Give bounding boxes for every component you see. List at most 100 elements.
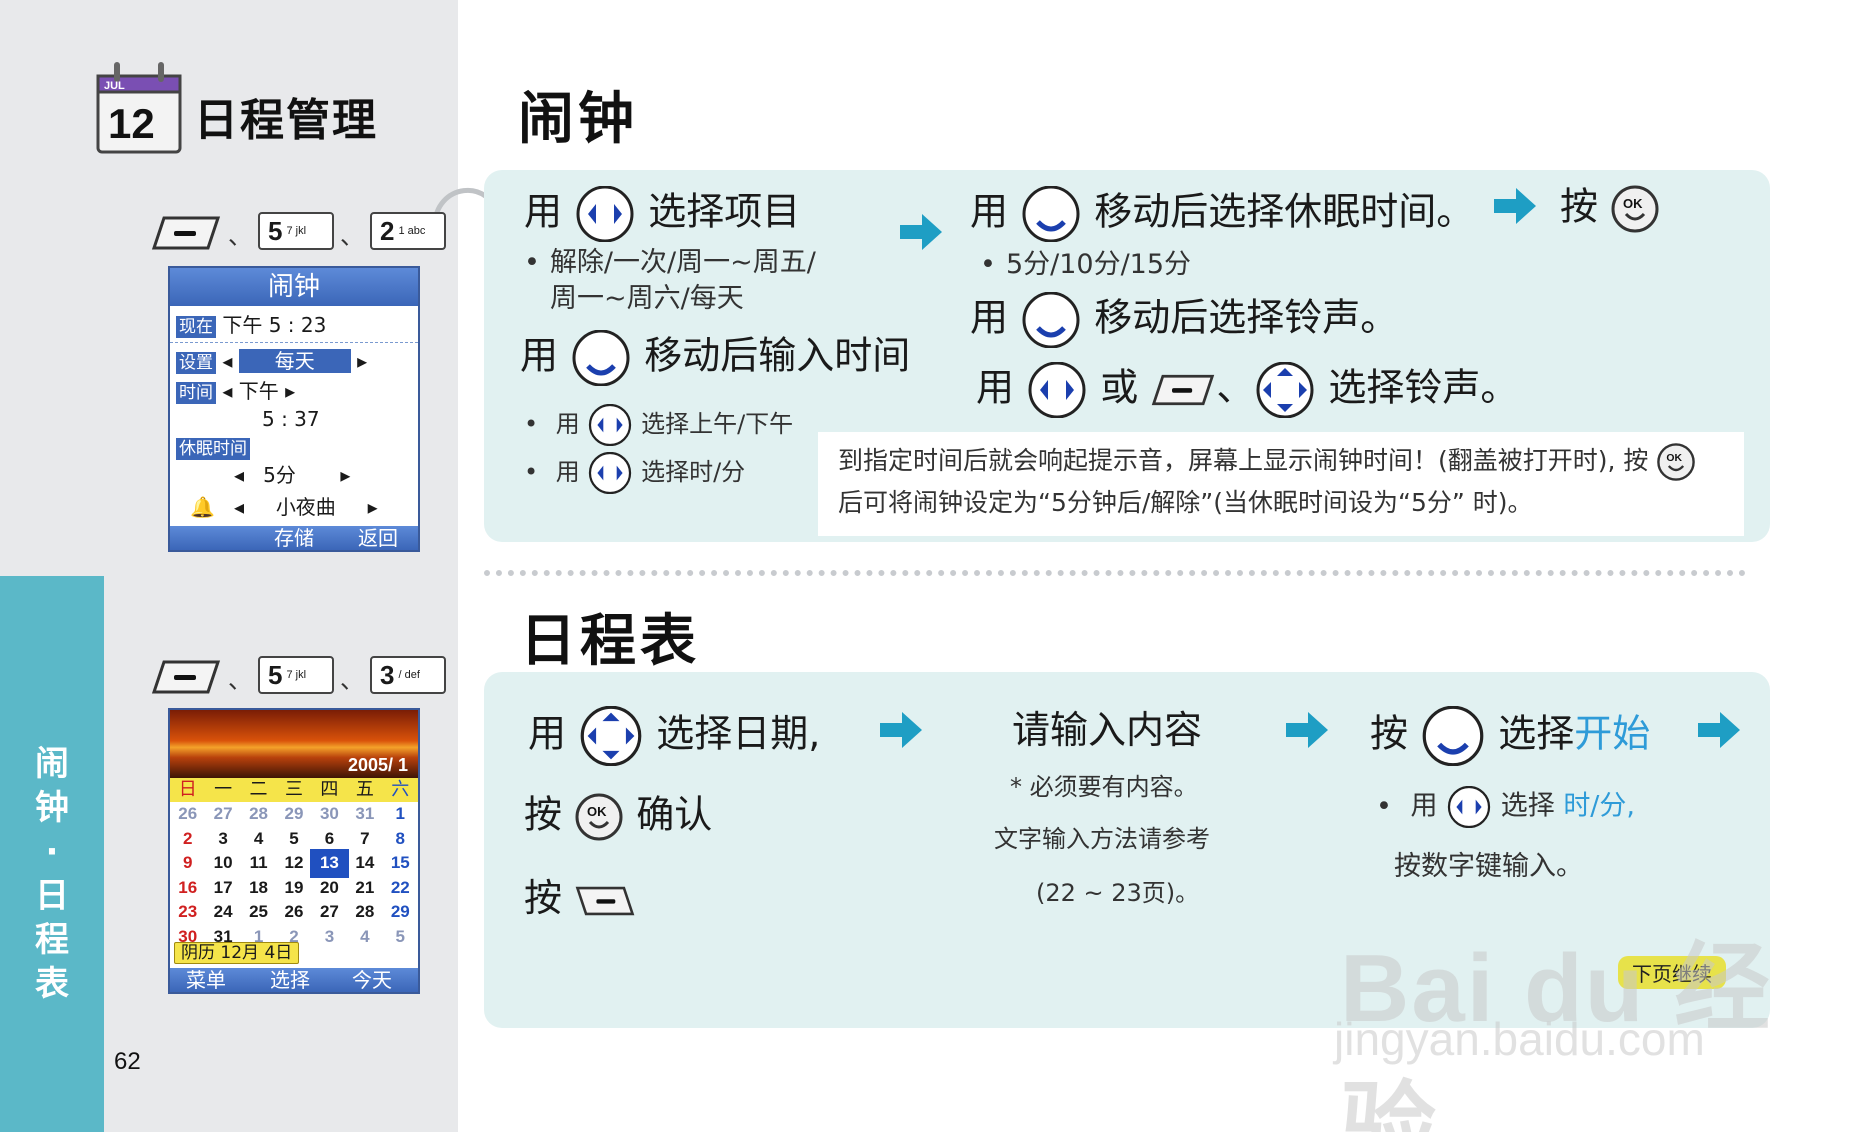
svg-text:OK: OK [587,804,607,819]
setting-value: 每天 [238,349,351,373]
calendar-day-cell[interactable]: 12 [276,851,311,876]
calendar-day-cell[interactable]: 11 [241,851,276,876]
svg-text:OK: OK [1623,196,1643,211]
alarm-step2-bullet-hourmin: 用 选择时/分 [524,452,745,494]
calendar-day-cell[interactable]: 7 [347,827,382,852]
nav-left-right-icon [1447,786,1491,828]
soft-key-icon [1152,374,1215,406]
ok-button-icon: OK [1611,185,1659,233]
nav-left-right-icon [589,404,632,446]
nav-left-right-icon [589,452,632,494]
time-value: 5 : 37 [262,407,320,431]
number-key-5: 57 jkl [258,212,334,250]
alarm-step1-option-line2: 周一~周六/每天 [550,283,744,314]
schedule-heading: 日程表 [520,609,700,674]
svg-text:OK: OK [1667,453,1683,464]
screen-footer: 存储 返回 [170,526,418,550]
calendar-day-cell[interactable]: 1 [383,802,418,827]
softkey-back: 返回 [358,526,398,550]
calendar-day-cell[interactable]: 13 [309,849,350,878]
calendar-day-cell[interactable]: 18 [241,876,276,901]
calendar-day-cell[interactable]: 3 [205,827,240,852]
alarm-step3: 用 移动后选择休眠时间。 [970,186,1474,242]
nav-left-right-icon [576,186,634,242]
time-ampm: 下午 [238,379,279,403]
calendar-day-cell[interactable]: 16 [170,876,205,901]
soft-key-icon [575,886,635,915]
calendar-day-cell[interactable]: 28 [347,900,382,925]
svg-text:12: 12 [108,100,155,147]
snooze-value: 5分 [263,463,296,487]
calendar-day-cell[interactable]: 26 [170,802,205,827]
alarm-note: 到指定时间后就会响起提示音，屏幕上显示闹钟时间！(翻盖被打开时), 按 OK 后… [818,432,1744,536]
calendar-day-cell[interactable]: 2 [170,827,205,852]
schedule-step1-softkey: 按 [524,876,636,920]
calendar-day-cell[interactable]: 20 [312,876,347,901]
arrow-right-icon [1494,188,1536,224]
calendar-day-cell[interactable]: 27 [312,900,347,925]
number-key-5: 57 jkl [258,656,334,694]
calendar-day-cell[interactable]: 5 [276,827,311,852]
alarm-step1: 用 选择项目 [524,186,800,242]
schedule-step3-bullet: 用 选择 时/分, [1376,786,1635,828]
calendar-day-cell[interactable]: 3 [312,925,347,950]
schedule-step2-title: 请输入内容 [1012,708,1203,752]
screen-footer: 菜单 选择 今天 [170,968,418,992]
page-number: 62 [114,1048,141,1075]
calendar-day-cell[interactable]: 23 [170,900,205,925]
calendar-day-cell[interactable]: 24 [205,900,240,925]
calendar-day-cell[interactable]: 4 [347,925,382,950]
calendar-day-cell[interactable]: 31 [347,802,382,827]
calendar-day-cell[interactable]: 6 [312,827,347,852]
calendar-day-cell[interactable]: 26 [276,900,311,925]
calendar-day-cell[interactable]: 10 [205,851,240,876]
calendar-day-cell[interactable]: 17 [205,876,240,901]
calendar-day-cell[interactable]: 5 [383,925,418,950]
arrow-right-icon [900,214,942,250]
calendar-day-cell[interactable]: 4 [241,827,276,852]
calendar-day-cell[interactable]: 15 [383,851,418,876]
calendar-day-cell[interactable]: 21 [347,876,382,901]
calendar-day-cell[interactable]: 8 [383,827,418,852]
soft-key-icon [151,216,221,250]
watermark-url: jingyan.baidu.com [1334,1013,1705,1065]
ringtone-value: 小夜曲 [275,495,336,519]
calendar-day-cell[interactable]: 30 [312,802,347,827]
calendar-day-cell[interactable]: 9 [170,851,205,876]
calendar-day-cell[interactable]: 29 [383,900,418,925]
alarm-heading: 闹钟 [518,87,638,152]
nav-down-icon [1022,292,1080,348]
calendar-day-cell[interactable]: 29 [276,802,311,827]
alarm-step5: 用 或 、 选择铃声。 [976,362,1518,418]
calendar-day-cell[interactable]: 14 [347,851,382,876]
lunar-date: 阴历 12月 4日 [174,942,300,964]
schedule-step2-reference: 文字输入方法请参考 [994,825,1210,853]
section-title: 日程管理 [194,95,378,146]
nav-down-icon [572,330,630,386]
calendar-day-cell[interactable]: 27 [205,802,240,827]
calendar-day-cell[interactable]: 25 [241,900,276,925]
calendar-day-cell[interactable]: 28 [241,802,276,827]
chapter-tab-label: 闹 钟 · 日 程 表 [35,744,69,1004]
alarm-step2: 用 移动后输入时间 [520,330,910,386]
snooze-label: 休眠时间 [176,438,250,460]
now-label: 现在 [176,316,216,338]
alarm-step4: 用 移动后选择铃声。 [970,292,1398,348]
schedule-key-sequence: 、 57 jkl 、 3/ def [150,648,446,694]
alarm-phone-screen: 闹钟 现在 下午 5 : 23 设置 ◂ 每天 ▸ 时间 ◂ 下午 ▸ 5 : … [168,266,420,552]
calendar-day-cell[interactable]: 19 [276,876,311,901]
nav-four-way-icon [580,706,642,766]
number-key-3: 3/ def [370,656,446,694]
schedule-step1-confirm: 按 OK 确认 [524,792,712,842]
calendar-day-cell[interactable]: 22 [383,876,418,901]
weekday-header: 日 一 二 三 四 五 六 [170,778,418,802]
schedule-step2-note: * 必须要有内容。 [1010,773,1198,801]
alarm-step3-press: 按 OK [1560,184,1660,234]
year-month: 2005/ 1 [347,755,408,775]
arrow-right-icon [880,712,922,748]
svg-text:JUL: JUL [104,80,125,92]
ok-button-icon: OK [575,793,623,841]
softkey-today: 今天 [352,968,392,992]
calendar-icon: JUL 12 [96,62,182,154]
softkey-save: 存储 [274,526,314,550]
